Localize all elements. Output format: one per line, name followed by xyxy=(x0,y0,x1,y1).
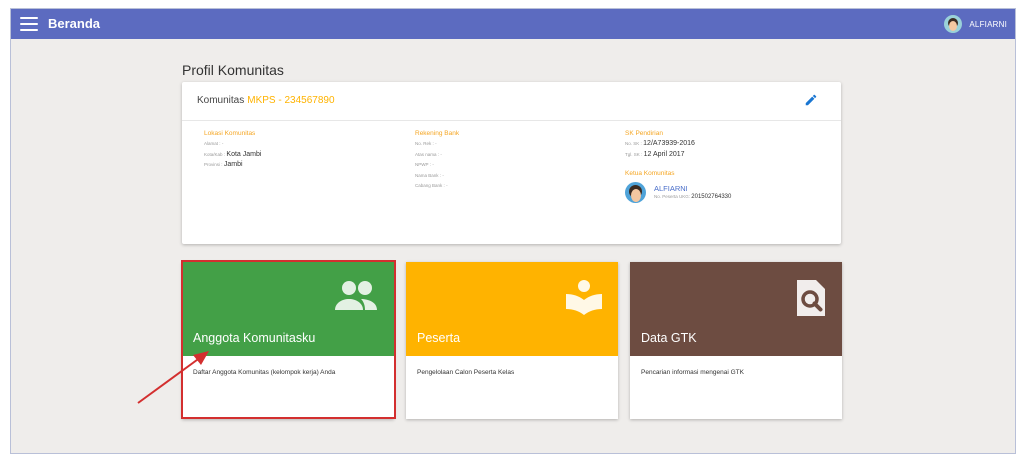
participant-number-value: 201502764330 xyxy=(691,194,732,200)
tile-description: Daftar Anggota Komunitas (kelompok kerja… xyxy=(193,369,336,376)
reader-book-icon xyxy=(564,278,604,321)
avatar xyxy=(944,15,963,33)
tile-description: Pengelolaan Calon Peserta Kelas xyxy=(417,369,515,376)
bank-branch-label: Cabang Bank : xyxy=(415,183,445,188)
page-title: Beranda xyxy=(48,16,101,31)
account-number-label: No. Rek : xyxy=(415,141,434,146)
chairperson-name: ALFIARNI xyxy=(654,184,688,193)
tile-data-gtk[interactable]: Data GTK Pencarian informasi mengenai GT… xyxy=(630,262,842,419)
account-name-value: - xyxy=(440,151,442,157)
tile-description: Pencarian informasi mengenai GTK xyxy=(641,369,744,376)
location-title: Lokasi Komunitas xyxy=(204,130,256,137)
pencil-icon[interactable] xyxy=(804,93,818,107)
bank-name-label: Nama Bank : xyxy=(415,172,442,178)
address-label: Alamat : xyxy=(204,141,221,146)
bank-name-value: - xyxy=(442,172,444,178)
community-label: Komunitas xyxy=(197,95,245,106)
tile-title: Peserta xyxy=(417,331,461,345)
participant-number-label: No. Peserta UKG: xyxy=(654,194,691,199)
city-label: Kota/Kab : xyxy=(204,151,226,157)
chairperson-section: Ketua Komunitas ALFIARNI No. Peserta UKG… xyxy=(625,169,731,203)
app-window: Beranda ALFIARNI Profil Komunitas Komuni… xyxy=(10,8,1016,454)
section-title: Profil Komunitas xyxy=(182,62,284,78)
city-value: Kota Jambi xyxy=(226,150,262,158)
user-name: ALFIARNI xyxy=(969,19,1007,29)
avatar xyxy=(625,182,646,203)
file-search-icon xyxy=(794,278,828,323)
bank-branch-value: - xyxy=(446,183,448,188)
npwp-value: - xyxy=(432,162,434,167)
profile-card: Komunitas MKPS - 234567890 Lokasi Komunit… xyxy=(182,82,841,244)
top-app-bar: Beranda ALFIARNI xyxy=(11,9,1015,39)
sk-section: SK Pendirian No. SK : 12/A73939-2016 Tgl… xyxy=(625,129,731,203)
sk-number-value: 12/A73939-2016 xyxy=(643,140,695,147)
tile-peserta[interactable]: Peserta Pengelolaan Calon Peserta Kelas xyxy=(406,262,618,419)
location-section: Lokasi Komunitas Alamat : - Kota/Kab : K… xyxy=(204,129,261,171)
bank-title: Rekening Bank xyxy=(415,130,460,137)
address-value: - xyxy=(221,141,224,146)
npwp-label: NPWP : xyxy=(415,162,431,167)
province-value: Jambi xyxy=(223,161,243,168)
tile-title: Data GTK xyxy=(641,331,697,345)
sk-date-label: Tgl. SK : xyxy=(625,151,643,157)
account-name-label: Atas nama : xyxy=(415,151,440,157)
sk-number-label: No. SK : xyxy=(625,141,642,146)
sk-date-value: 12 April 2017 xyxy=(643,150,685,158)
profile-card-header: Komunitas MKPS - 234567890 xyxy=(182,82,841,121)
province-label: Provinsi : xyxy=(204,162,223,167)
tile-anggota-komunitas[interactable]: Anggota Komunitasku Daftar Anggota Komun… xyxy=(182,262,394,419)
user-menu[interactable]: ALFIARNI xyxy=(944,14,1007,34)
account-number-value: - xyxy=(435,141,437,146)
people-icon xyxy=(332,278,380,319)
chairperson-title: Ketua Komunitas xyxy=(625,170,675,177)
sk-title: SK Pendirian xyxy=(625,130,663,137)
bank-section: Rekening Bank No. Rek : - Atas nama : - … xyxy=(415,129,459,192)
tile-title: Anggota Komunitasku xyxy=(193,331,316,345)
community-code: MKPS - 234567890 xyxy=(247,95,335,106)
hamburger-menu-icon[interactable] xyxy=(20,17,38,31)
